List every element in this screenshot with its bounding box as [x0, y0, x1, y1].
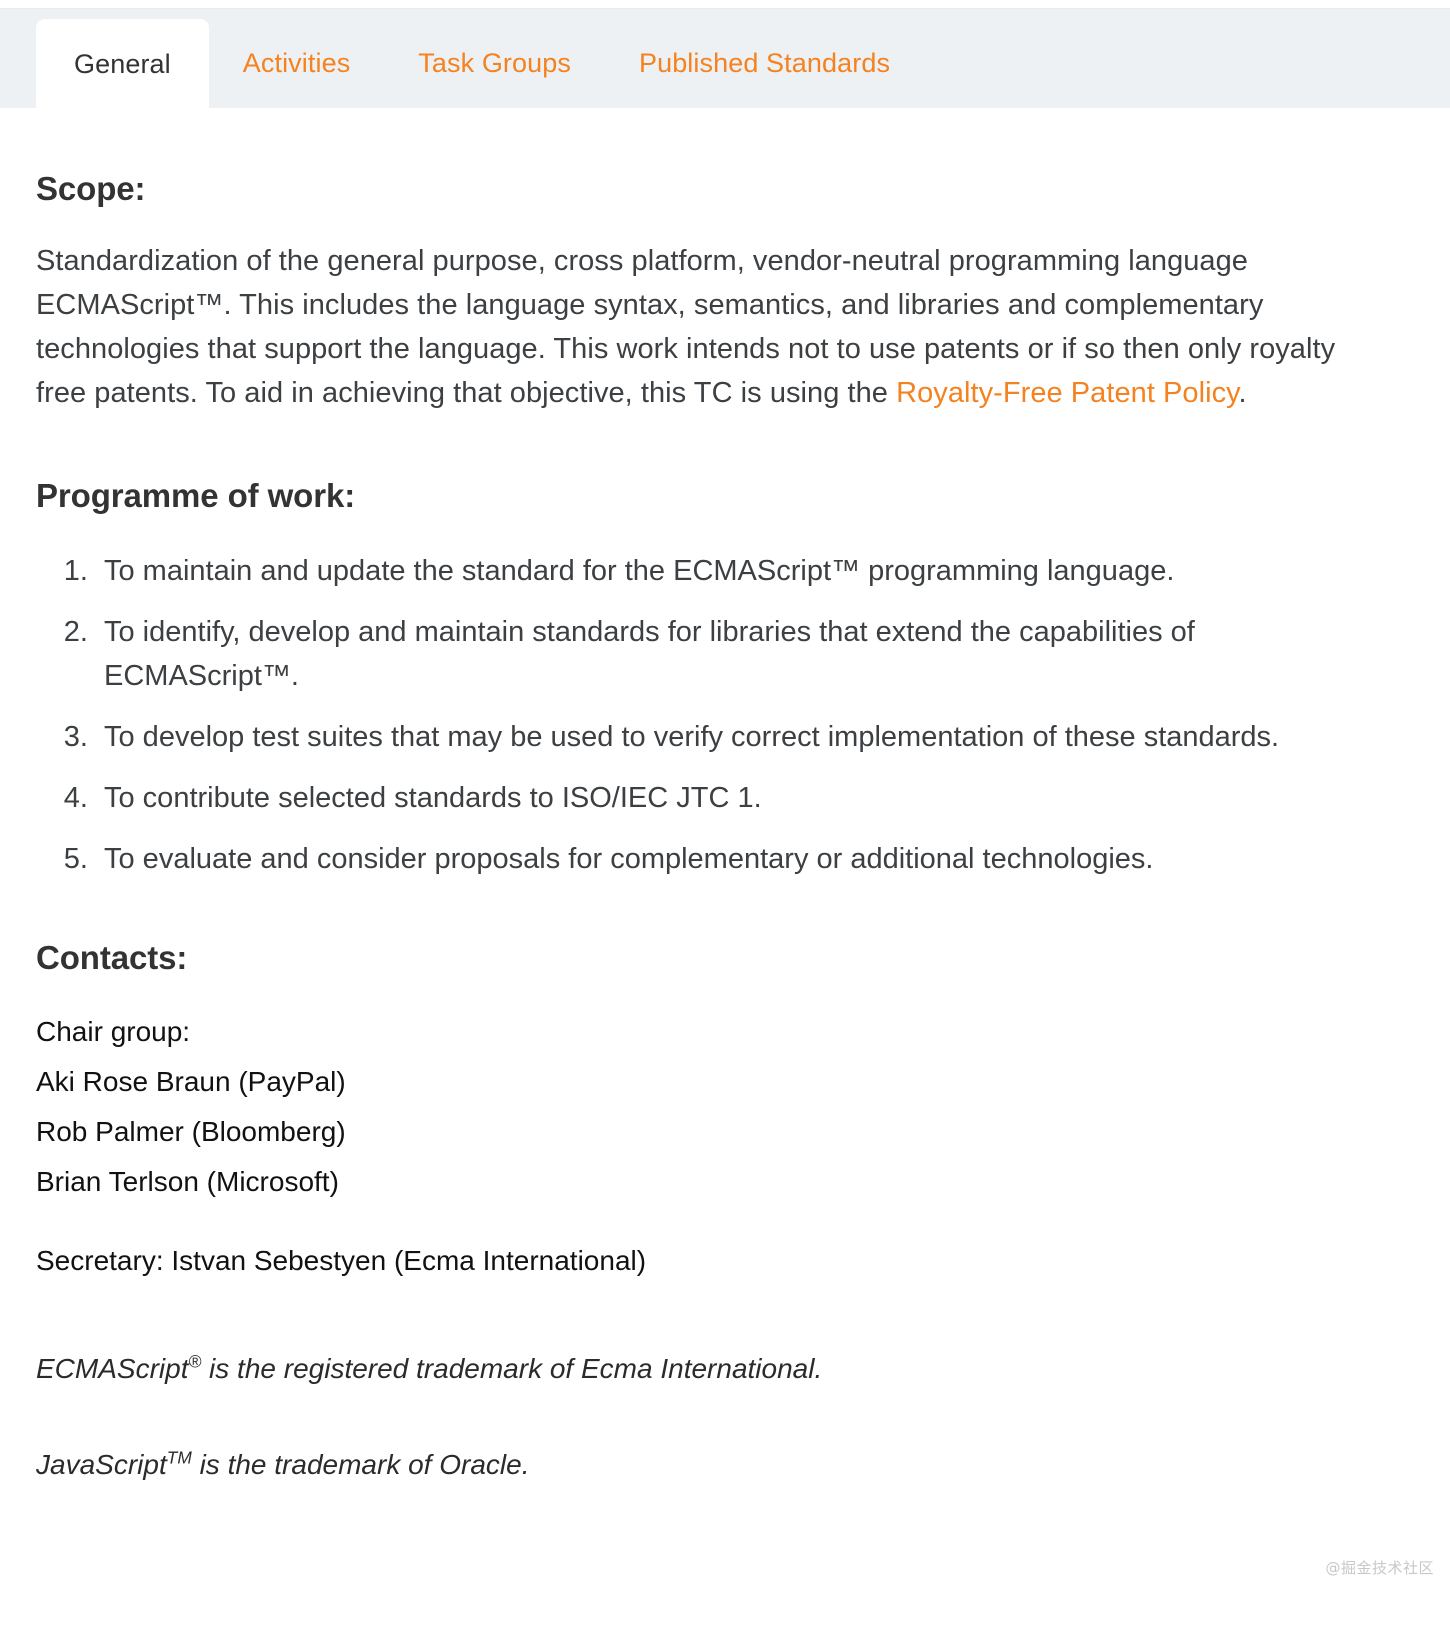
list-item: To maintain and update the standard for …: [96, 549, 1376, 593]
secretary-contact: Secretary: Istvan Sebestyen (Ecma Intern…: [36, 1245, 647, 1276]
programme-of-work-list: To maintain and update the standard for …: [36, 549, 1376, 881]
registered-mark-icon: ®: [188, 1351, 202, 1372]
javascript-trademark-text: is the trademark of Oracle.: [191, 1449, 530, 1480]
ecmascript-name: ECMAScript: [36, 1353, 189, 1384]
list-item: To develop test suites that may be used …: [96, 715, 1376, 759]
top-spacer: [0, 0, 1450, 8]
trademark-mark-icon: TM: [166, 1447, 192, 1468]
watermark: @掘金技术社区: [1325, 1559, 1434, 1577]
javascript-trademark-notice: JavaScriptTM is the trademark of Oracle.: [36, 1445, 1414, 1485]
scope-text-trail: .: [1238, 377, 1247, 409]
chair-contact: Rob Palmer (Bloomberg): [36, 1116, 346, 1147]
chair-contact: Aki Rose Braun (PayPal): [36, 1066, 346, 1097]
tab-activities-label: Activities: [242, 48, 351, 78]
tab-bar: General Activities Task Groups Published…: [0, 8, 1450, 109]
list-item: To evaluate and consider proposals for c…: [96, 837, 1376, 881]
tab-general[interactable]: General: [36, 19, 209, 109]
tab-general-label: General: [74, 48, 171, 79]
contacts-heading: Contacts:: [36, 939, 188, 976]
tab-published-standards-label: Published Standards: [638, 48, 891, 78]
programme-of-work-heading: Programme of work:: [36, 477, 356, 514]
list-item: To identify, develop and maintain standa…: [96, 610, 1376, 698]
tab-activities[interactable]: Activities: [209, 19, 385, 108]
tab-published-standards[interactable]: Published Standards: [605, 19, 924, 108]
tab-panel-general: Scope: Standardization of the general pu…: [0, 170, 1450, 1485]
royalty-free-patent-policy-link[interactable]: Royalty-Free Patent Policy: [896, 377, 1238, 409]
scope-paragraph: Standardization of the general purpose, …: [36, 239, 1356, 415]
chair-group-block: Chair group: Aki Rose Braun (PayPal) Rob…: [36, 1007, 1414, 1207]
chair-contact: Brian Terlson (Microsoft): [36, 1166, 339, 1197]
list-item: To contribute selected standards to ISO/…: [96, 776, 1376, 820]
tab-task-groups-label: Task Groups: [418, 48, 571, 78]
scope-heading: Scope:: [36, 170, 146, 207]
tab-task-groups[interactable]: Task Groups: [384, 19, 605, 108]
ecmascript-trademark-notice: ECMAScript® is the registered trademark …: [36, 1349, 1414, 1389]
chair-group-label: Chair group:: [36, 1016, 191, 1047]
ecmascript-trademark-text: is the registered trademark of Ecma Inte…: [201, 1353, 823, 1384]
javascript-name: JavaScript: [36, 1449, 167, 1480]
